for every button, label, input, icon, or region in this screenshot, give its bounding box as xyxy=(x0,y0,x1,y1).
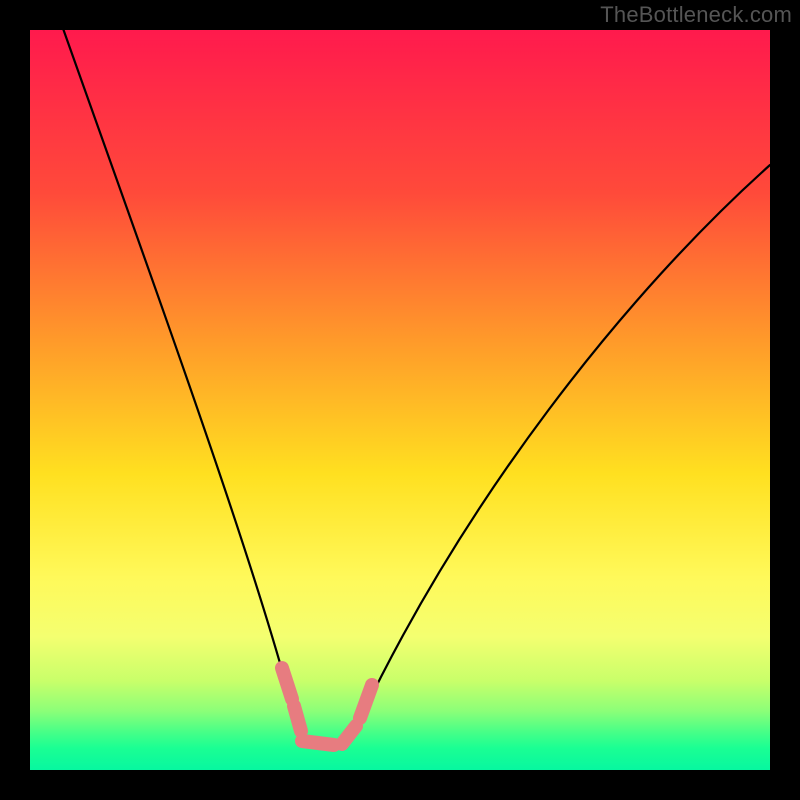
valley-highlight-segment xyxy=(342,726,356,744)
bottleneck-curve xyxy=(60,30,770,745)
valley-highlight-segment xyxy=(294,706,301,731)
valley-highlight-segment xyxy=(282,668,292,699)
chart-frame: TheBottleneck.com xyxy=(0,0,800,800)
valley-highlight-segment xyxy=(360,685,372,718)
watermark-text: TheBottleneck.com xyxy=(600,2,792,28)
curve-layer xyxy=(30,30,770,770)
valley-highlight-segment xyxy=(302,741,334,745)
plot-area xyxy=(30,30,770,770)
valley-highlight xyxy=(282,668,372,745)
